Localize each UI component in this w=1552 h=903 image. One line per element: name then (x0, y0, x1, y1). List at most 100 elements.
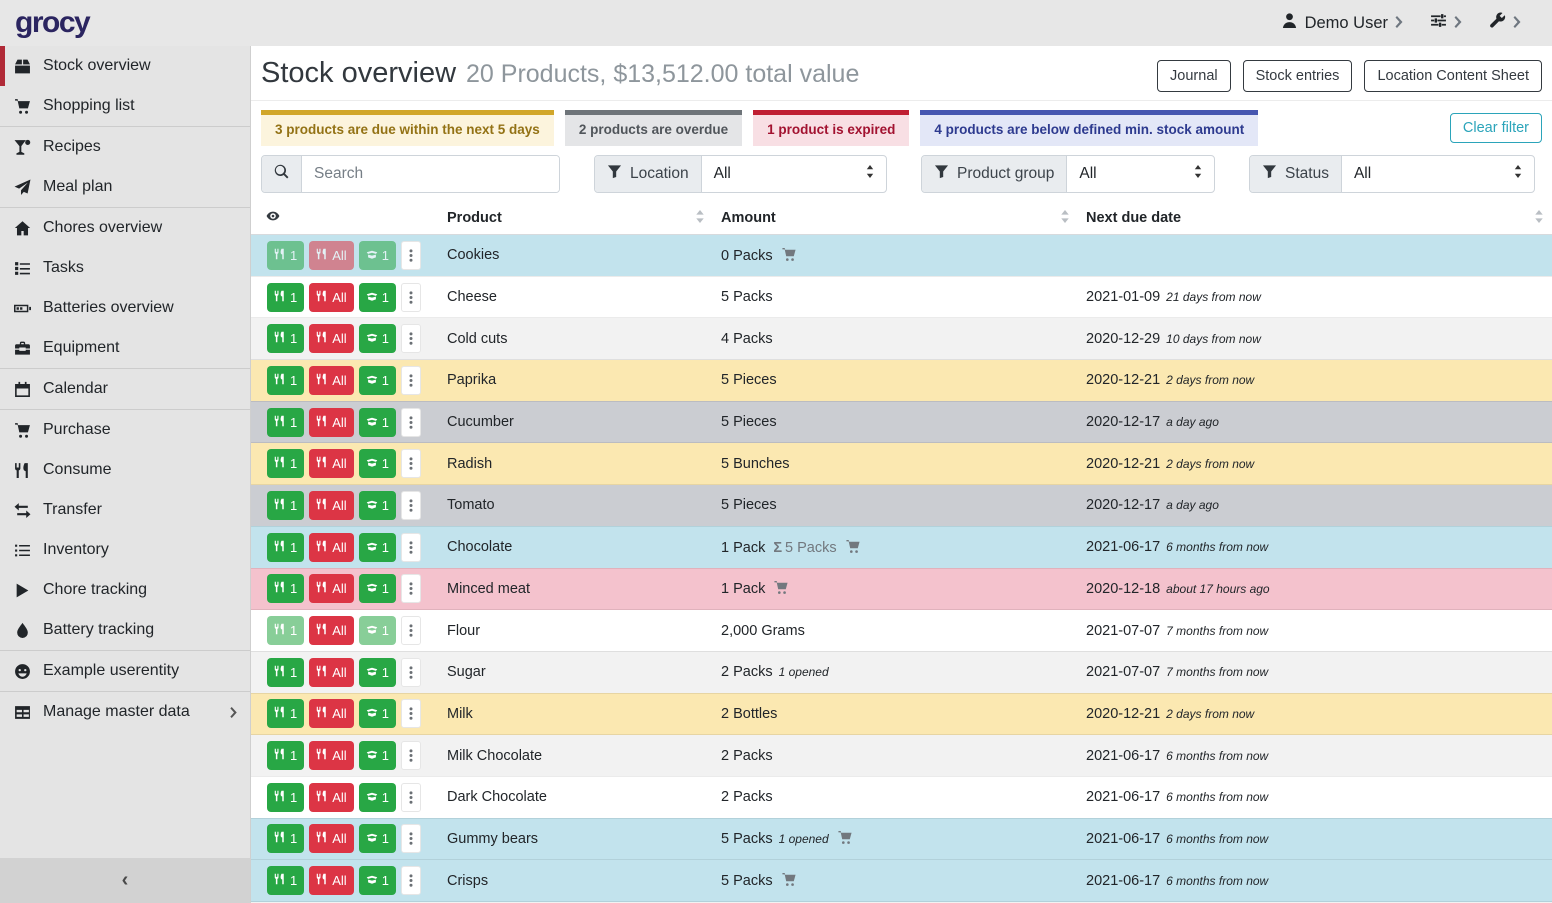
consume-all-button[interactable]: All (309, 658, 353, 687)
sidebar-item-recipes[interactable]: Recipes (0, 127, 250, 167)
consume-one-button[interactable]: 1 (267, 241, 304, 270)
column-due-header[interactable]: Next due date (1078, 203, 1552, 235)
row-menu-button[interactable] (401, 783, 421, 812)
row-menu-button[interactable] (401, 616, 421, 645)
sidebar-item-consume[interactable]: Consume (0, 450, 250, 490)
stock-entries-button[interactable]: Stock entries (1243, 60, 1353, 92)
consume-one-button[interactable]: 1 (267, 283, 304, 312)
consume-one-button[interactable]: 1 (267, 783, 304, 812)
consume-all-button[interactable]: All (309, 574, 353, 603)
sidebar-item-equipment[interactable]: Equipment (0, 328, 250, 368)
consume-all-button[interactable]: All (309, 616, 353, 645)
app-logo[interactable]: grocy (0, 6, 251, 40)
consume-one-button[interactable]: 1 (267, 699, 304, 728)
open-one-button[interactable]: 1 (359, 824, 396, 853)
sidebar-item-inventory[interactable]: Inventory (0, 530, 250, 570)
open-one-button[interactable]: 1 (359, 408, 396, 437)
clear-filter-button[interactable]: Clear filter (1450, 113, 1542, 143)
sort-icon[interactable] (1534, 210, 1544, 227)
consume-one-button[interactable]: 1 (267, 574, 304, 603)
consume-one-button[interactable]: 1 (267, 324, 304, 353)
consume-one-button[interactable]: 1 (267, 408, 304, 437)
consume-one-button[interactable]: 1 (267, 616, 304, 645)
sidebar-item-shopping-list[interactable]: Shopping list (0, 86, 250, 126)
sidebar-item-manage-master-data[interactable]: Manage master data (0, 692, 250, 732)
sort-icon[interactable] (695, 210, 705, 227)
open-one-button[interactable]: 1 (359, 699, 396, 728)
location-content-sheet-button[interactable]: Location Content Sheet (1364, 60, 1542, 92)
sidebar-item-chores-overview[interactable]: Chores overview (0, 208, 250, 248)
column-product-header[interactable]: Product (439, 203, 713, 235)
row-menu-button[interactable] (401, 491, 421, 520)
sidebar-item-transfer[interactable]: Transfer (0, 490, 250, 530)
row-menu-button[interactable] (401, 241, 421, 270)
banner-below-min[interactable]: 4 products are below defined min. stock … (920, 110, 1258, 146)
consume-one-button[interactable]: 1 (267, 824, 304, 853)
consume-all-button[interactable]: All (309, 783, 353, 812)
sort-icon[interactable] (1060, 210, 1070, 227)
consume-all-button[interactable]: All (309, 283, 353, 312)
consume-all-button[interactable]: All (309, 866, 353, 895)
banner-overdue[interactable]: 2 products are overdue (565, 110, 742, 146)
consume-all-button[interactable]: All (309, 449, 353, 478)
banner-due-soon[interactable]: 3 products are due within the next 5 day… (261, 110, 554, 146)
sidebar-item-purchase[interactable]: Purchase (0, 410, 250, 450)
consume-all-button[interactable]: All (309, 408, 353, 437)
row-menu-button[interactable] (401, 741, 421, 770)
open-one-button[interactable]: 1 (359, 741, 396, 770)
consume-one-button[interactable]: 1 (267, 741, 304, 770)
consume-one-button[interactable]: 1 (267, 658, 304, 687)
row-menu-button[interactable] (401, 366, 421, 395)
admin-menu[interactable] (1489, 12, 1522, 34)
consume-one-button[interactable]: 1 (267, 449, 304, 478)
open-one-button[interactable]: 1 (359, 283, 396, 312)
sidebar-item-calendar[interactable]: Calendar (0, 369, 250, 409)
open-one-button[interactable]: 1 (359, 324, 396, 353)
consume-all-button[interactable]: All (309, 699, 353, 728)
open-one-button[interactable]: 1 (359, 616, 396, 645)
row-menu-button[interactable] (401, 533, 421, 562)
sidebar-item-batteries-overview[interactable]: Batteries overview (0, 288, 250, 328)
open-one-button[interactable]: 1 (359, 366, 396, 395)
consume-one-button[interactable]: 1 (267, 866, 304, 895)
row-menu-button[interactable] (401, 324, 421, 353)
open-one-button[interactable]: 1 (359, 449, 396, 478)
row-menu-button[interactable] (401, 449, 421, 478)
consume-all-button[interactable]: All (309, 741, 353, 770)
sidebar-item-tasks[interactable]: Tasks (0, 248, 250, 288)
consume-one-button[interactable]: 1 (267, 533, 304, 562)
consume-all-button[interactable]: All (309, 324, 353, 353)
consume-all-button[interactable]: All (309, 491, 353, 520)
column-amount-header[interactable]: Amount (713, 203, 1078, 235)
open-one-button[interactable]: 1 (359, 241, 396, 270)
status-select[interactable]: All (1342, 156, 1534, 192)
sidebar-item-chore-tracking[interactable]: Chore tracking (0, 570, 250, 610)
consume-all-button[interactable]: All (309, 241, 353, 270)
row-menu-button[interactable] (401, 699, 421, 728)
open-one-button[interactable]: 1 (359, 783, 396, 812)
row-menu-button[interactable] (401, 408, 421, 437)
banner-expired[interactable]: 1 product is expired (753, 110, 909, 146)
product-group-select[interactable]: All (1067, 156, 1214, 192)
consume-all-button[interactable]: All (309, 366, 353, 395)
row-menu-button[interactable] (401, 283, 421, 312)
open-one-button[interactable]: 1 (359, 533, 396, 562)
search-input[interactable] (302, 156, 559, 192)
open-one-button[interactable]: 1 (359, 491, 396, 520)
row-menu-button[interactable] (401, 824, 421, 853)
journal-button[interactable]: Journal (1157, 60, 1231, 92)
row-menu-button[interactable] (401, 866, 421, 895)
row-menu-button[interactable] (401, 574, 421, 603)
open-one-button[interactable]: 1 (359, 658, 396, 687)
sidebar-item-stock-overview[interactable]: Stock overview (0, 46, 250, 86)
consume-one-button[interactable]: 1 (267, 366, 304, 395)
open-one-button[interactable]: 1 (359, 866, 396, 895)
row-menu-button[interactable] (401, 658, 421, 687)
location-select[interactable]: All (702, 156, 886, 192)
user-menu[interactable]: Demo User (1281, 12, 1404, 34)
consume-one-button[interactable]: 1 (267, 491, 304, 520)
consume-all-button[interactable]: All (309, 533, 353, 562)
sidebar-item-battery-tracking[interactable]: Battery tracking (0, 610, 250, 650)
sidebar-item-example-userentity[interactable]: Example userentity (0, 651, 250, 691)
consume-all-button[interactable]: All (309, 824, 353, 853)
